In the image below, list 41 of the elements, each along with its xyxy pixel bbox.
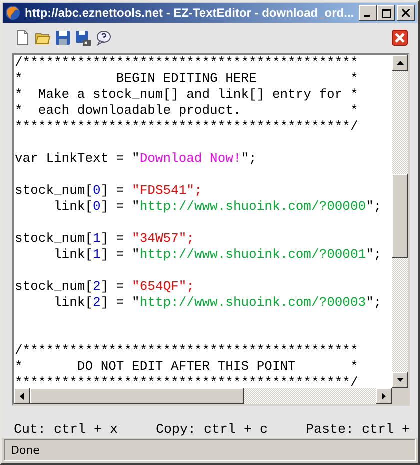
- minimize-button[interactable]: [359, 5, 377, 21]
- scroll-left-button[interactable]: [14, 388, 30, 404]
- status-text: Done: [11, 444, 40, 456]
- text-editor[interactable]: [12, 53, 410, 406]
- scroll-thumb[interactable]: [30, 388, 244, 404]
- window-title: http://abc.eznettools.net - EZ-TextEditor - download_ord...: [25, 6, 355, 20]
- shortcut-hint: Copy: ctrl + c: [156, 424, 268, 438]
- left-arrow-icon: [20, 392, 24, 400]
- code-line: var LinkText = "Download Now!";: [15, 151, 258, 167]
- scroll-thumb[interactable]: [392, 174, 408, 258]
- code-line: /*******************************************: [15, 55, 360, 71]
- new-file-icon[interactable]: [15, 30, 31, 46]
- scrollbar-corner: [392, 388, 408, 404]
- code-line: * BEGIN EDITING HERE *: [15, 71, 360, 87]
- code-line: stock_num[1] = "34W57";: [15, 231, 196, 247]
- code-line: *******************************************/: [15, 375, 360, 388]
- up-arrow-icon: [396, 61, 404, 65]
- code-line: stock_num[0] = "FDS541";: [15, 183, 204, 199]
- code-line: link[0] = "http://www.shuoink.com/?00000";: [53, 199, 383, 215]
- shortcut-hint: Paste: ctrl +: [306, 424, 410, 438]
- help-bubble-icon[interactable]: [95, 30, 111, 46]
- globe-icon: [5, 5, 21, 21]
- scroll-up-button[interactable]: [392, 55, 408, 71]
- maximize-icon: [382, 8, 390, 18]
- code-line: * Make a stock_num[] and link[] entry for *: [15, 87, 360, 103]
- maximize-button[interactable]: [377, 5, 395, 21]
- code-line: link[1] = "http://www.shuoink.com/?00001";: [53, 247, 383, 263]
- close-button[interactable]: [397, 5, 415, 21]
- scroll-right-button[interactable]: [376, 388, 392, 404]
- code-line: stock_num[2] = "654QF";: [15, 279, 196, 295]
- code-line: * DO NOT EDIT AFTER THIS POINT *: [15, 359, 360, 375]
- code-line: link[2] = "http://www.shuoink.com/?00003";: [53, 295, 383, 311]
- close-icon[interactable]: [392, 30, 408, 46]
- right-arrow-icon: [382, 392, 386, 400]
- down-arrow-icon: [396, 378, 404, 382]
- scroll-down-button[interactable]: [392, 372, 408, 388]
- code-line: *******************************************/: [15, 119, 360, 135]
- code-line: * each downloadable product. *: [15, 103, 360, 119]
- code-line: /*******************************************: [15, 343, 360, 359]
- shortcut-hint: Cut: ctrl + x: [14, 424, 118, 438]
- close-icon: [402, 9, 410, 17]
